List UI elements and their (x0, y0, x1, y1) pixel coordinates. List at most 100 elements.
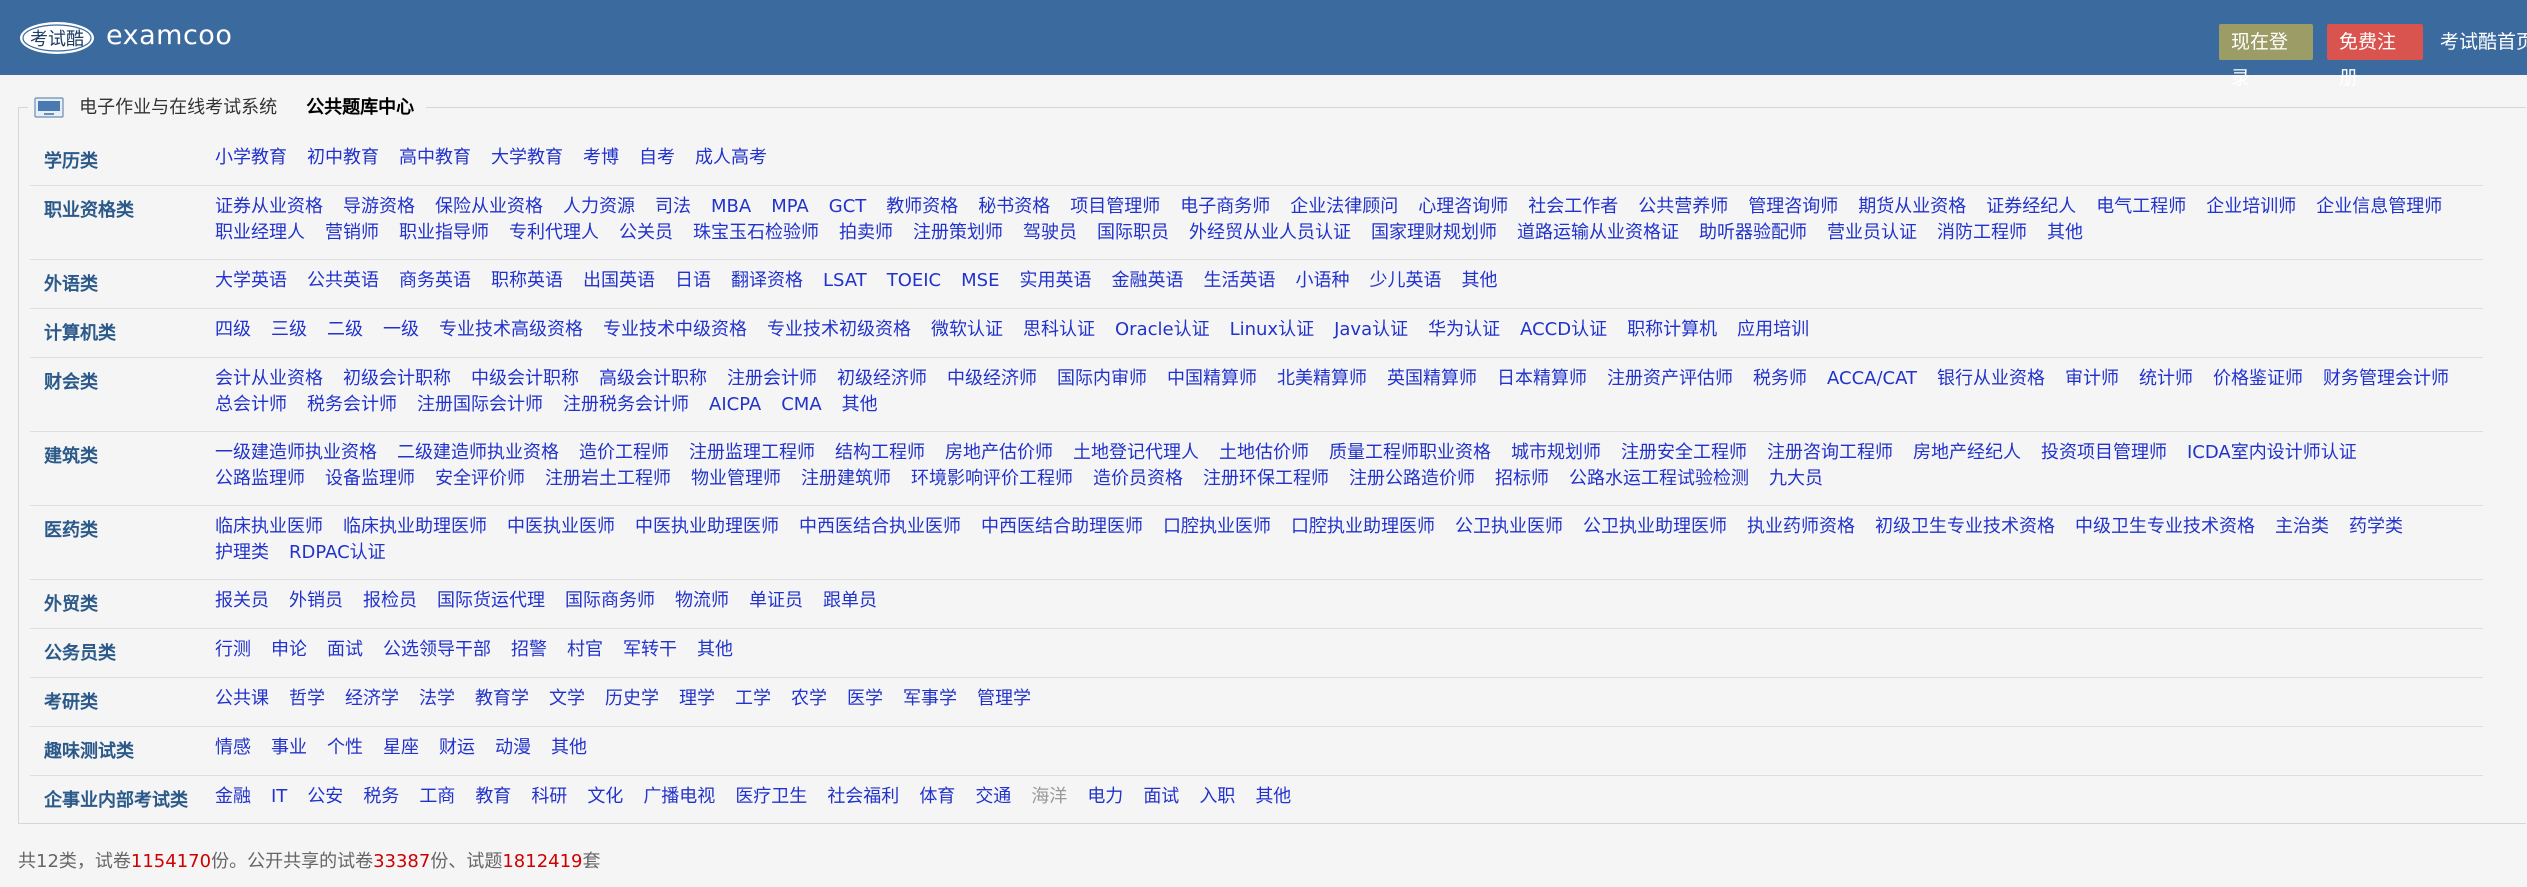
category-item-link[interactable]: 职业指导师 (399, 220, 489, 246)
category-item-link[interactable]: 初级经济师 (837, 366, 927, 392)
category-item-link[interactable]: 文化 (587, 784, 623, 810)
category-item-link[interactable]: 物流师 (675, 588, 729, 614)
category-item-link[interactable]: 教育 (475, 784, 511, 810)
category-item-link[interactable]: 公共营养师 (1638, 194, 1728, 220)
category-item-link[interactable]: 生活英语 (1203, 268, 1275, 294)
category-item-link[interactable]: 职称计算机 (1627, 317, 1717, 343)
category-item-link[interactable]: 价格鉴证师 (2213, 366, 2303, 392)
category-item-link[interactable]: 国际职员 (1097, 220, 1169, 246)
category-item-link[interactable]: 土地估价师 (1219, 440, 1309, 466)
category-item-link[interactable]: 体育 (919, 784, 955, 810)
category-item-link[interactable]: 企业信息管理师 (2316, 194, 2442, 220)
category-item-link[interactable]: 北美精算师 (1277, 366, 1367, 392)
category-item-link[interactable]: 专业技术中级资格 (603, 317, 747, 343)
category-item-link[interactable]: 设备监理师 (325, 466, 415, 492)
category-item-link[interactable]: 安全评价师 (435, 466, 525, 492)
category-item-link[interactable]: 证券从业资格 (215, 194, 323, 220)
category-item-link[interactable]: 动漫 (495, 735, 531, 761)
category-item-link[interactable]: 专业技术高级资格 (439, 317, 583, 343)
category-item-link[interactable]: 理学 (679, 686, 715, 712)
category-item-link[interactable]: 营业员认证 (1827, 220, 1917, 246)
category-item-link[interactable]: 司法 (655, 194, 691, 220)
category-item-link[interactable]: 外销员 (289, 588, 343, 614)
category-item-link[interactable]: MPA (771, 194, 809, 220)
category-item-link[interactable]: 其他 (551, 735, 587, 761)
category-item-link[interactable]: 注册安全工程师 (1621, 440, 1747, 466)
category-item-link[interactable]: 一级 (383, 317, 419, 343)
brand-name[interactable]: examcoo (106, 18, 232, 54)
category-item-link[interactable]: 星座 (383, 735, 419, 761)
category-item-link[interactable]: GCT (829, 194, 867, 220)
category-item-link[interactable]: Oracle认证 (1115, 317, 1210, 343)
category-item-link[interactable]: 国际内审师 (1057, 366, 1147, 392)
category-item-link[interactable]: 海洋 (1031, 784, 1067, 810)
category-item-link[interactable]: 高级会计职称 (599, 366, 707, 392)
category-item-link[interactable]: 哲学 (289, 686, 325, 712)
category-item-link[interactable]: 面试 (1143, 784, 1179, 810)
category-item-link[interactable]: 工学 (735, 686, 771, 712)
category-item-link[interactable]: 商务英语 (399, 268, 471, 294)
category-item-link[interactable]: 科研 (531, 784, 567, 810)
category-item-link[interactable]: 财务管理会计师 (2323, 366, 2449, 392)
category-item-link[interactable]: 电子商务师 (1180, 194, 1270, 220)
category-item-link[interactable]: 注册环保工程师 (1203, 466, 1329, 492)
category-item-link[interactable]: 招标师 (1495, 466, 1549, 492)
category-item-link[interactable]: 自考 (639, 145, 675, 171)
category-item-link[interactable]: 拍卖师 (839, 220, 893, 246)
category-item-link[interactable]: 造价员资格 (1093, 466, 1183, 492)
category-item-link[interactable]: 村官 (567, 637, 603, 663)
category-item-link[interactable]: 其他 (2047, 220, 2083, 246)
category-item-link[interactable]: 专利代理人 (509, 220, 599, 246)
category-item-link[interactable]: 职业经理人 (215, 220, 305, 246)
category-item-link[interactable]: 申论 (271, 637, 307, 663)
category-item-link[interactable]: TOEIC (887, 268, 941, 294)
category-item-link[interactable]: 医疗卫生 (735, 784, 807, 810)
category-item-link[interactable]: 注册岩土工程师 (545, 466, 671, 492)
category-item-link[interactable]: 管理学 (977, 686, 1031, 712)
category-item-link[interactable]: 华为认证 (1428, 317, 1500, 343)
category-item-link[interactable]: 金融 (215, 784, 251, 810)
category-item-link[interactable]: 注册策划师 (913, 220, 1003, 246)
category-item-link[interactable]: 珠宝玉石检验师 (693, 220, 819, 246)
category-item-link[interactable]: 跟单员 (823, 588, 877, 614)
category-item-link[interactable]: 初中教育 (307, 145, 379, 171)
category-item-link[interactable]: 注册税务会计师 (563, 392, 689, 418)
category-item-link[interactable]: 国家理财规划师 (1371, 220, 1497, 246)
home-link[interactable]: 考试酷首页 (2440, 24, 2527, 60)
category-item-link[interactable]: 文学 (549, 686, 585, 712)
category-item-link[interactable]: 历史学 (605, 686, 659, 712)
category-item-link[interactable]: 保险从业资格 (435, 194, 543, 220)
category-item-link[interactable]: 交通 (975, 784, 1011, 810)
category-item-link[interactable]: 农学 (791, 686, 827, 712)
category-item-link[interactable]: 企业培训师 (2206, 194, 2296, 220)
category-item-link[interactable]: 注册咨询工程师 (1767, 440, 1893, 466)
category-item-link[interactable]: AICPA (709, 392, 761, 418)
category-item-link[interactable]: 税务 (363, 784, 399, 810)
category-item-link[interactable]: 其他 (1461, 268, 1497, 294)
category-item-link[interactable]: 经济学 (345, 686, 399, 712)
category-item-link[interactable]: LSAT (823, 268, 867, 294)
category-item-link[interactable]: 公卫执业医师 (1455, 514, 1563, 540)
category-item-link[interactable]: 注册国际会计师 (417, 392, 543, 418)
category-item-link[interactable]: 统计师 (2139, 366, 2193, 392)
category-item-link[interactable]: 口腔执业医师 (1163, 514, 1271, 540)
category-item-link[interactable]: 电气工程师 (2096, 194, 2186, 220)
category-item-link[interactable]: 工商 (419, 784, 455, 810)
category-item-link[interactable]: 土地登记代理人 (1073, 440, 1199, 466)
category-item-link[interactable]: 银行从业资格 (1937, 366, 2045, 392)
category-item-link[interactable]: 面试 (327, 637, 363, 663)
category-item-link[interactable]: 国际货运代理 (437, 588, 545, 614)
category-item-link[interactable]: 出国英语 (583, 268, 655, 294)
category-item-link[interactable]: 临床执业医师 (215, 514, 323, 540)
category-item-link[interactable]: 公共课 (215, 686, 269, 712)
category-item-link[interactable]: 税务师 (1753, 366, 1807, 392)
category-item-link[interactable]: 英国精算师 (1387, 366, 1477, 392)
category-item-link[interactable]: 执业药师资格 (1747, 514, 1855, 540)
category-item-link[interactable]: 四级 (215, 317, 251, 343)
category-item-link[interactable]: 中医执业医师 (507, 514, 615, 540)
category-item-link[interactable]: 导游资格 (343, 194, 415, 220)
category-item-link[interactable]: 实用英语 (1019, 268, 1091, 294)
category-item-link[interactable]: 质量工程师职业资格 (1329, 440, 1491, 466)
category-item-link[interactable]: 法学 (419, 686, 455, 712)
category-item-link[interactable]: 营销师 (325, 220, 379, 246)
